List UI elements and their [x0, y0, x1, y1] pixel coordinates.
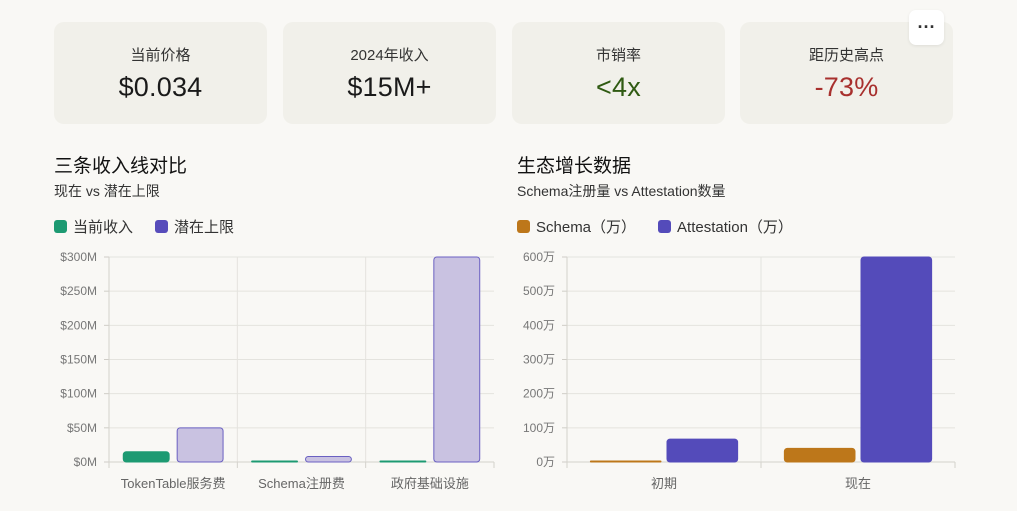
- bar-0-0: [589, 460, 662, 463]
- y-tick-label: 300万: [523, 353, 555, 367]
- y-tick-label: 0万: [536, 455, 555, 469]
- y-tick-label: 600万: [523, 250, 555, 264]
- x-tick-label: 现在: [845, 476, 871, 491]
- y-tick-label: 500万: [523, 284, 555, 298]
- bar-1-0: [666, 438, 739, 463]
- y-tick-label: 100万: [523, 421, 555, 435]
- x-tick-label: 初期: [651, 476, 677, 491]
- y-tick-label: 200万: [523, 387, 555, 401]
- y-tick-label: 400万: [523, 318, 555, 332]
- ecosystem-growth-chart: 0万 100万 200万 300万 400万 500万 600万初期 现在: [523, 250, 956, 491]
- bar-1-1: [860, 256, 933, 463]
- bar-0-1: [783, 447, 856, 463]
